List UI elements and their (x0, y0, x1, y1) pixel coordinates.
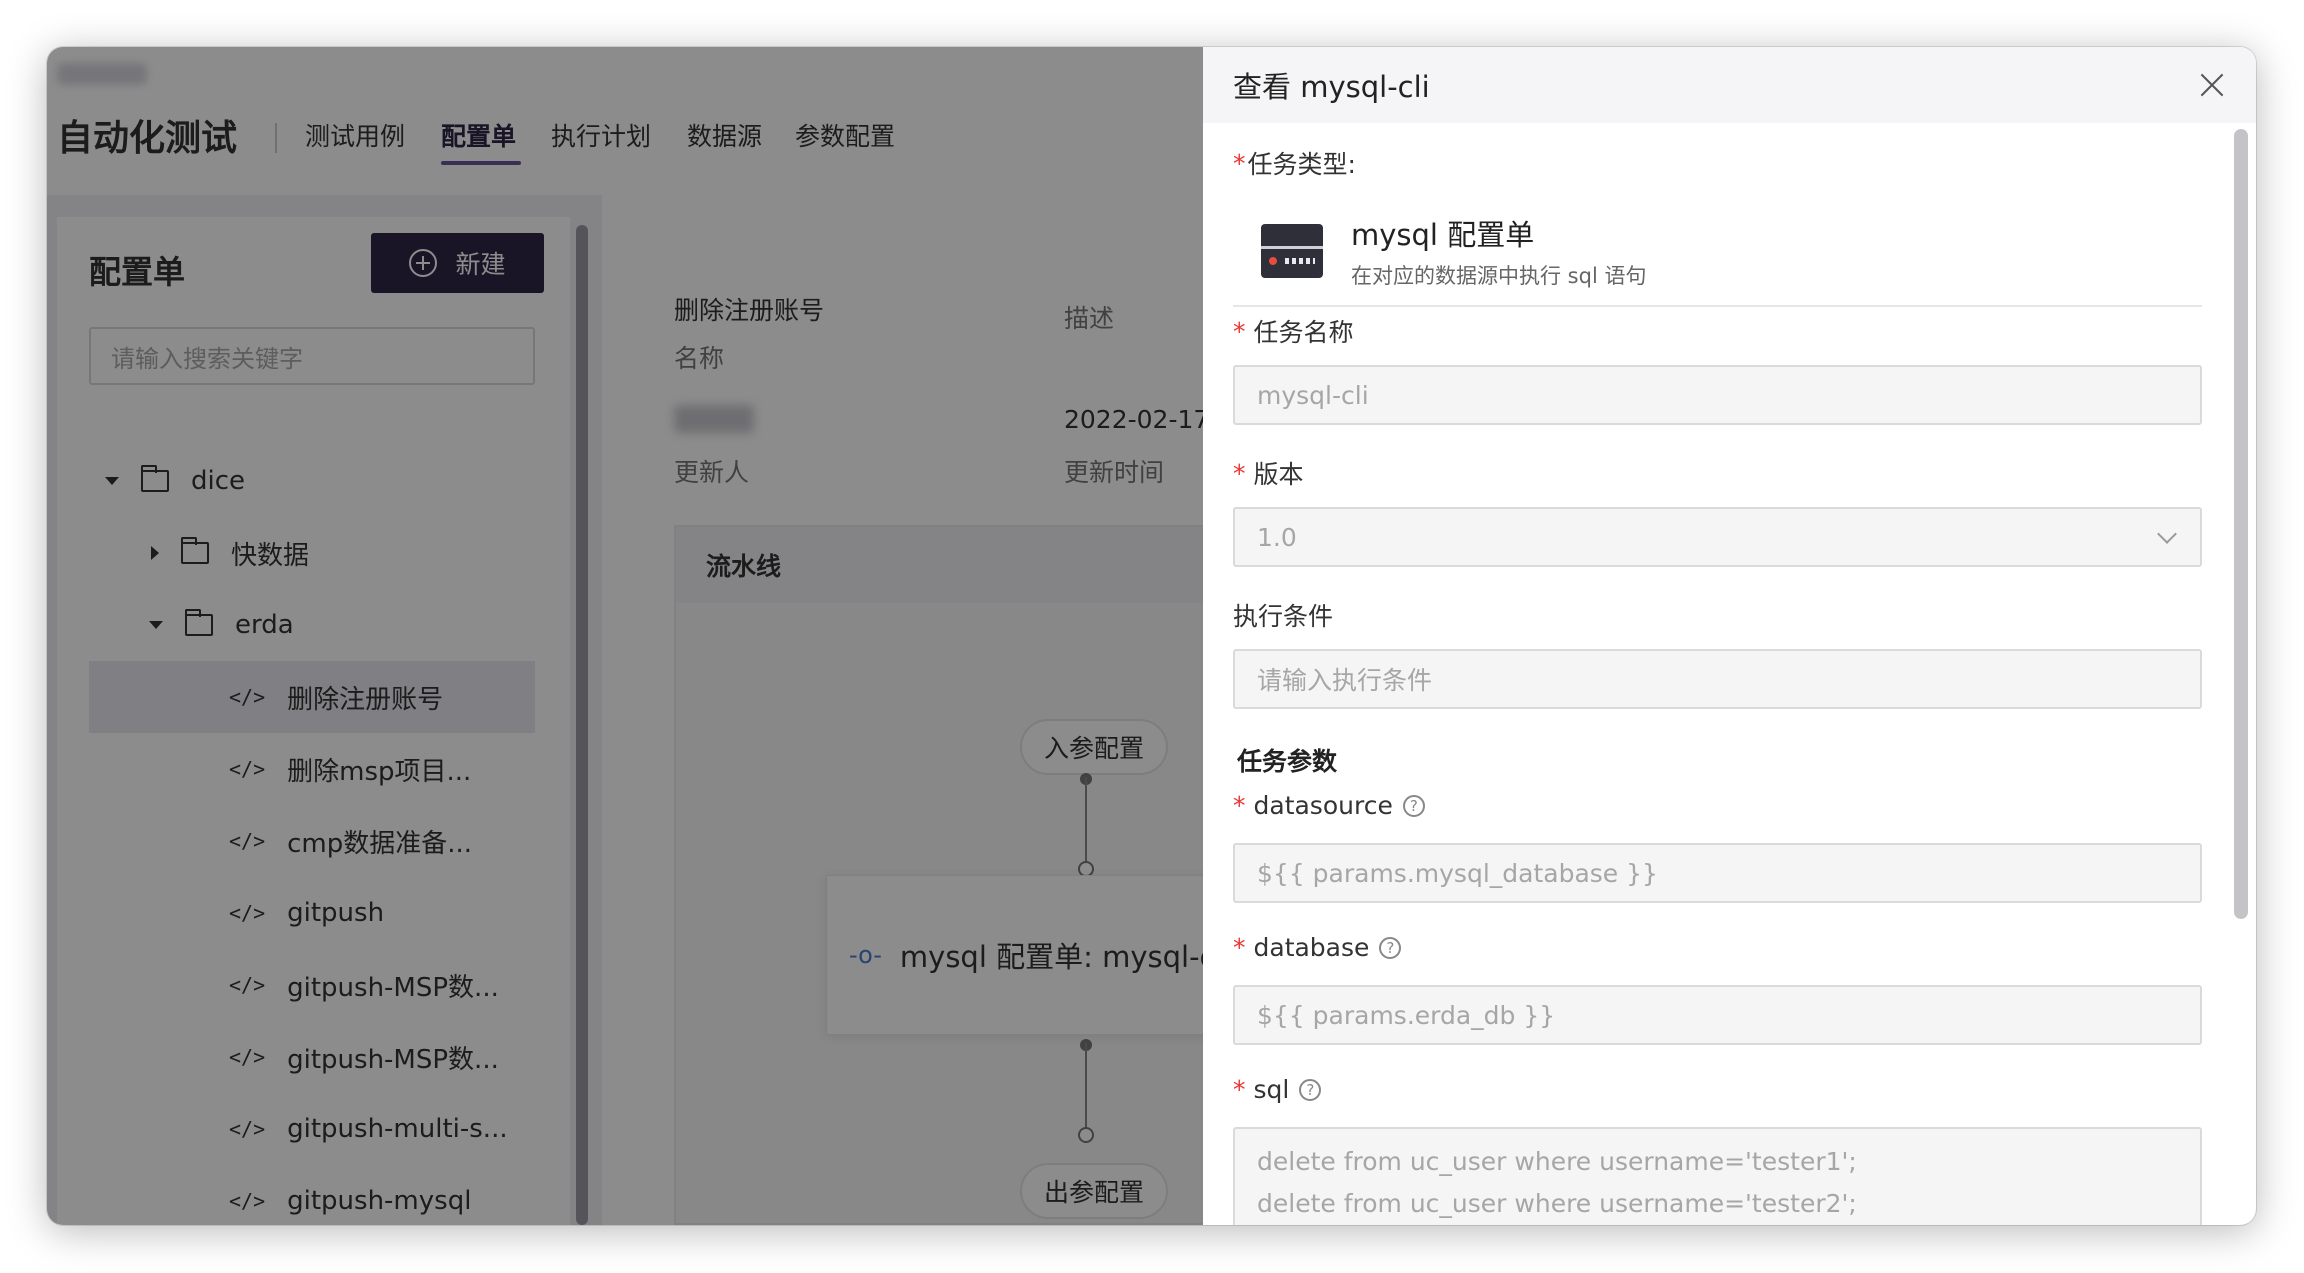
task-type-name: mysql 配置单 (1351, 218, 1535, 252)
task-type-desc: 在对应的数据源中执行 sql 语句 (1351, 264, 1647, 288)
required-mark: * (1233, 791, 1246, 820)
drawer-title: 查看 mysql-cli (1233, 70, 1430, 104)
sql-textarea[interactable]: delete from uc_user where username='test… (1233, 1127, 2202, 1225)
drawer-header: 查看 mysql-cli (1203, 47, 2256, 123)
condition-input[interactable]: 请输入执行条件 (1233, 649, 2202, 709)
help-icon[interactable]: ? (1379, 936, 1402, 959)
task-params-heading: 任务参数 (1237, 747, 1338, 776)
divider (1233, 305, 2202, 307)
task-name-field[interactable]: mysql-cli (1233, 365, 2202, 425)
help-icon[interactable]: ? (1402, 794, 1425, 817)
version-label-text: 版本 (1253, 460, 1304, 489)
required-mark: * (1233, 458, 1246, 488)
version-select[interactable]: 1.0 (1233, 507, 2202, 567)
datasource-label-text: datasource (1253, 791, 1393, 820)
view-task-drawer: 查看 mysql-cli * 任务类型: mysql 配置单 在对应的数据源中执… (1203, 47, 2256, 1225)
required-mark: * (1233, 148, 1246, 178)
task-name-label-text: 任务名称 (1253, 318, 1354, 347)
task-name-label: * 任务名称 (1233, 313, 1354, 349)
condition-label: 执行条件 (1233, 602, 1334, 631)
database-label-text: database (1253, 933, 1370, 962)
help-icon[interactable]: ? (1299, 1078, 1322, 1101)
database-label: * database ? (1233, 933, 1402, 962)
sql-label: * sql ? (1233, 1075, 1322, 1104)
task-type-label-text: 任务类型: (1247, 150, 1356, 179)
chevron-down-icon (2157, 524, 2177, 544)
database-server-icon (1261, 224, 1323, 278)
task-type-label: * 任务类型: (1233, 145, 1356, 181)
datasource-label: * datasource ? (1233, 791, 1425, 820)
required-mark: * (1233, 933, 1246, 962)
app-window: 自动化测试 测试用例 配置单 执行计划 数据源 参数配置 配置单 新建 请输入搜… (47, 47, 2256, 1225)
sql-line: delete from uc_user where username='test… (1257, 1189, 1857, 1218)
task-type-card: mysql 配置单 在对应的数据源中执行 sql 语句 (1261, 212, 1646, 290)
required-mark: * (1233, 1075, 1246, 1104)
sql-line: delete from uc_user where username='test… (1257, 1147, 1857, 1176)
sql-label-text: sql (1253, 1075, 1290, 1104)
database-field[interactable]: ${{ params.erda_db }} (1233, 985, 2202, 1045)
drawer-scrollbar[interactable] (2234, 129, 2248, 919)
close-icon[interactable] (2192, 65, 2232, 105)
version-value: 1.0 (1257, 522, 1297, 552)
version-label: * 版本 (1233, 455, 1304, 491)
datasource-field[interactable]: ${{ params.mysql_database }} (1233, 843, 2202, 903)
required-mark: * (1233, 316, 1246, 346)
